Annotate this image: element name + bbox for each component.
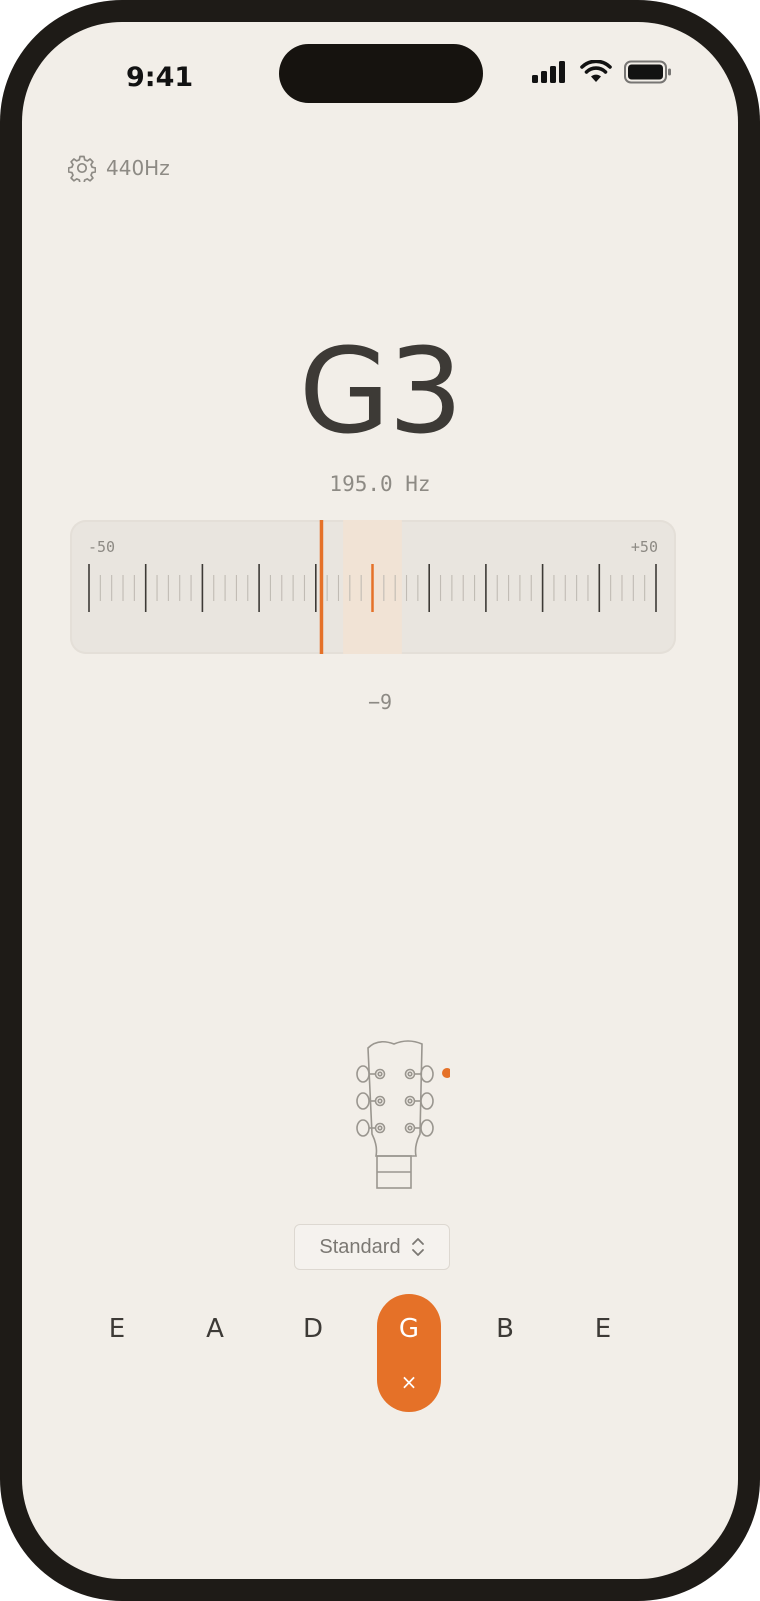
string-label: B [496, 1314, 514, 1344]
active-string-indicator [442, 1068, 450, 1078]
status-time: 9:41 [126, 62, 194, 93]
string-button-g[interactable]: G × [377, 1294, 441, 1412]
string-button-e-low[interactable]: E [85, 1294, 149, 1412]
device-frame: 9:41 440Hz G3 195.0 Hz -50 +50 −9 Standa… [0, 0, 760, 1601]
string-button-b[interactable]: B [473, 1294, 537, 1412]
string-label: A [206, 1314, 224, 1344]
cellular-signal-icon [532, 61, 565, 83]
gear-icon [68, 155, 96, 182]
string-button-d[interactable]: D [281, 1294, 345, 1412]
screen: 9:41 440Hz G3 195.0 Hz -50 +50 −9 Standa… [22, 22, 738, 1579]
string-button-a[interactable]: A [183, 1294, 247, 1412]
battery-icon [624, 60, 671, 84]
dynamic-island [279, 44, 483, 103]
chevron-up-down-icon [411, 1238, 424, 1256]
settings-button[interactable]: 440Hz [68, 154, 170, 182]
guitar-headstock-icon [356, 1040, 450, 1189]
detected-note: G3 [298, 322, 464, 460]
string-button-e-high[interactable]: E [571, 1294, 635, 1412]
string-label: E [594, 1314, 612, 1344]
wifi-icon [580, 60, 612, 82]
string-label: D [302, 1314, 324, 1344]
string-label: E [108, 1314, 126, 1344]
detected-frequency: 195.0 Hz [329, 472, 431, 496]
reference-pitch-label: 440Hz [106, 156, 170, 180]
tuning-value: Standard [319, 1235, 401, 1258]
string-selector: E A D G × B E [85, 1294, 667, 1414]
cents-readout: −9 [367, 690, 393, 714]
cents-meter: -50 +50 [70, 520, 676, 654]
status-icons [532, 60, 672, 84]
close-icon[interactable]: × [401, 1370, 418, 1394]
string-label: G [398, 1314, 420, 1344]
meter-scale [88, 520, 657, 654]
tuning-selector[interactable]: Standard [294, 1224, 450, 1270]
